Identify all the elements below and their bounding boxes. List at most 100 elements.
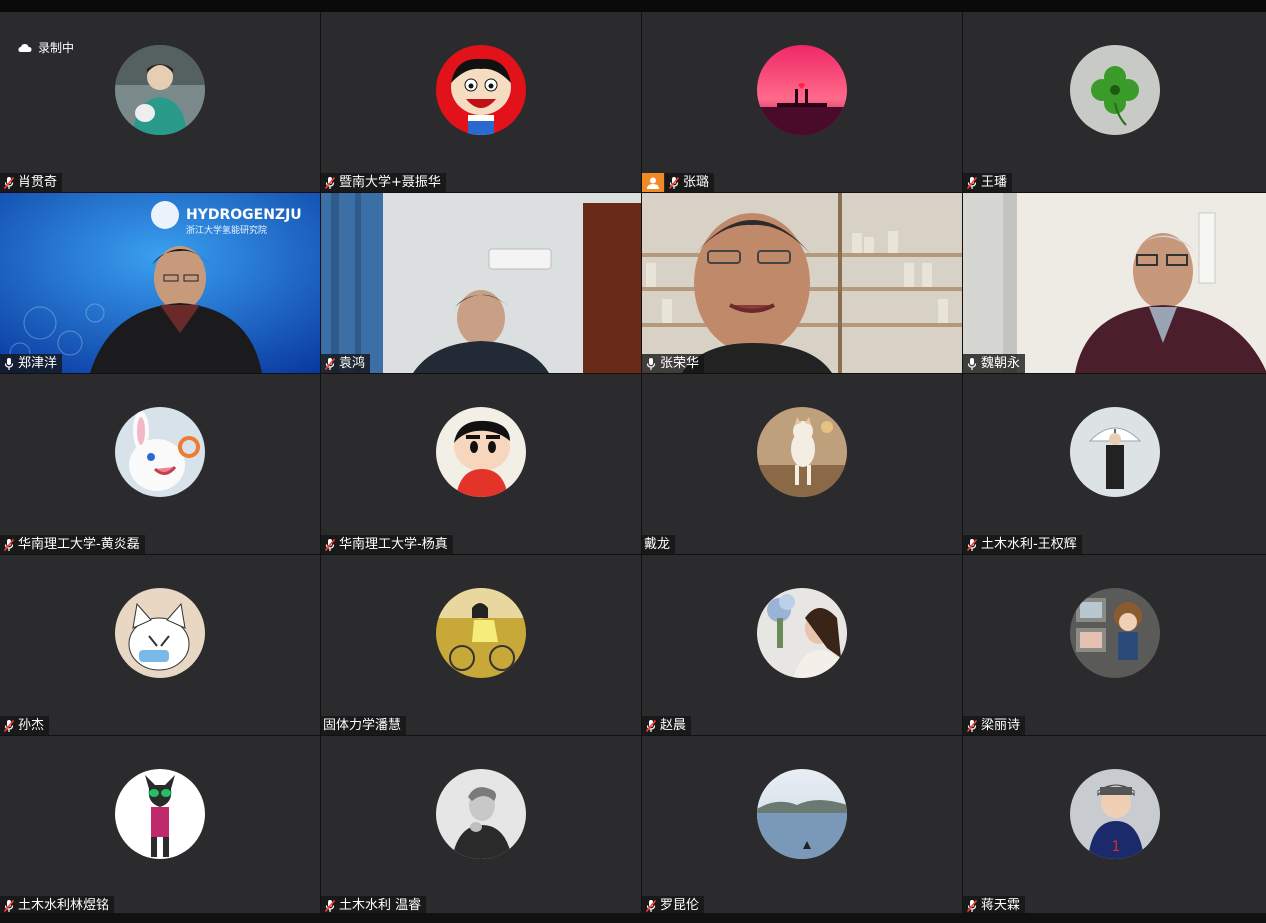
recording-indicator[interactable]: 录制中: [18, 39, 74, 56]
mic-muted-icon: [966, 538, 978, 552]
woman-flowers-icon: [757, 588, 847, 678]
girl-bicycle-icon: [436, 588, 526, 678]
participant-tile[interactable]: 暨南大学+聂振华: [321, 12, 641, 192]
participant-name: 魏朝永: [981, 356, 1021, 371]
participant-video: HYDROGENZJU 浙江大学氢能研究院: [0, 193, 320, 373]
mic-muted-icon: [966, 719, 978, 733]
participant-tile[interactable]: 袁鸿: [321, 193, 641, 373]
participant-name: 暨南大学+聂振华: [339, 175, 441, 190]
participant-tile[interactable]: 录制中肖贯奇: [0, 12, 320, 192]
participant-tile[interactable]: 土木水利 温睿: [321, 736, 641, 915]
mic-icon: [645, 357, 657, 371]
mic-muted-icon: [3, 538, 15, 552]
participant-tile[interactable]: 孙杰: [0, 555, 320, 735]
participant-name: 华南理工大学-黄炎磊: [18, 537, 140, 552]
participant-video: [963, 193, 1266, 373]
participant-tile[interactable]: 1 蒋天霖: [963, 736, 1266, 915]
participant-grid: 录制中 肖贯奇 暨南大学+聂振华 张璐 王璠 HYDROGENZJU 浙江大学氢能研究院 郑津…: [0, 12, 1266, 915]
mic-muted-icon: [966, 176, 978, 190]
mic-icon: [3, 357, 15, 371]
participant-tile[interactable]: 张璐: [642, 12, 962, 192]
participant-name-tag: 王璠: [963, 173, 1013, 192]
svg-text:浙江大学氢能研究院: 浙江大学氢能研究院: [186, 224, 267, 236]
bw-man-portrait-icon: [436, 769, 526, 859]
participant-name: 张璐: [683, 175, 710, 190]
bottom-bar: [0, 913, 1266, 923]
participant-name-tag: 张荣华: [642, 354, 705, 373]
mic-muted-icon: [3, 176, 15, 190]
participant-name: 郑津洋: [18, 356, 58, 371]
masked-rider-icon: [115, 769, 205, 859]
participant-tile[interactable]: 土木水利林煜铭: [0, 736, 320, 915]
child-basketball-icon: 1: [1070, 769, 1160, 859]
mic-muted-icon: [645, 899, 657, 913]
mic-muted-icon: [645, 719, 657, 733]
svg-text:1: 1: [1112, 839, 1121, 855]
participant-tile[interactable]: 土木水利-王权辉: [963, 374, 1266, 554]
participant-tile[interactable]: 王璠: [963, 12, 1266, 192]
participant-name: 孙杰: [18, 718, 45, 733]
cloud-icon: [18, 43, 32, 52]
participant-video: [642, 193, 962, 373]
participant-name-tag: 孙杰: [0, 716, 50, 735]
mic-muted-icon: [966, 899, 978, 913]
lake-scenery-icon: [757, 769, 847, 859]
white-rabbit-cartoon-icon: [115, 407, 205, 497]
cartoon-cat-icon: [115, 588, 205, 678]
participant-name-tag: 土木水利-王权辉: [963, 535, 1082, 554]
participant-name-tag: 固体力学潘慧: [321, 716, 407, 735]
participant-name: 袁鸿: [339, 356, 366, 371]
participant-name: 土木水利-王权辉: [981, 537, 1077, 552]
participant-video: [321, 193, 641, 373]
participant-name: 固体力学潘慧: [323, 718, 402, 733]
participant-name-tag: 张璐: [665, 173, 715, 192]
participant-tile[interactable]: 固体力学潘慧: [321, 555, 641, 735]
mic-muted-icon: [668, 176, 680, 190]
participant-tile[interactable]: 罗昆伦: [642, 736, 962, 915]
participant-tile[interactable]: 华南理工大学-黄炎磊: [0, 374, 320, 554]
dancing-cat-icon: [757, 407, 847, 497]
wangzai-mascot-icon: [436, 45, 526, 135]
participant-tile[interactable]: 张荣华: [642, 193, 962, 373]
participant-name-tag: 肖贯奇: [0, 173, 63, 192]
participant-tile[interactable]: 戴龙: [642, 374, 962, 554]
participant-name: 王璠: [981, 175, 1008, 190]
participant-name: 梁丽诗: [981, 718, 1021, 733]
participant-name-tag: 华南理工大学-黄炎磊: [0, 535, 145, 554]
sunset-pier-icon: [757, 45, 847, 135]
mic-muted-icon: [324, 176, 336, 190]
participant-name: 戴龙: [644, 537, 671, 552]
participant-name: 张荣华: [660, 356, 700, 371]
participant-tile[interactable]: 华南理工大学-杨真: [321, 374, 641, 554]
participant-name-tag: 魏朝永: [963, 354, 1026, 373]
umbrella-person-icon: [1070, 407, 1160, 497]
four-leaf-clover-icon: [1070, 45, 1160, 135]
video-logo-text: HYDROGENZJU: [186, 207, 302, 223]
mic-muted-icon: [3, 899, 15, 913]
host-badge-icon: [642, 173, 664, 192]
crayon-shinchan-icon: [436, 407, 526, 497]
participant-name: 华南理工大学-杨真: [339, 537, 448, 552]
mic-muted-icon: [324, 538, 336, 552]
mic-muted-icon: [3, 719, 15, 733]
participant-tile[interactable]: HYDROGENZJU 浙江大学氢能研究院 郑津洋: [0, 193, 320, 373]
participant-name-tag: 郑津洋: [0, 354, 63, 373]
doll-tv-icon: [1070, 588, 1160, 678]
top-bar: [0, 0, 1266, 12]
recording-label: 录制中: [38, 41, 75, 55]
participant-name: 肖贯奇: [18, 175, 58, 190]
participant-name-tag: 华南理工大学-杨真: [321, 535, 453, 554]
mic-muted-icon: [324, 899, 336, 913]
participant-tile[interactable]: 梁丽诗: [963, 555, 1266, 735]
participant-name-tag: 暨南大学+聂振华: [321, 173, 446, 192]
mic-muted-icon: [324, 357, 336, 371]
participant-name-tag: 袁鸿: [321, 354, 371, 373]
participant-tile[interactable]: 魏朝永: [963, 193, 1266, 373]
participant-name-tag: 戴龙: [642, 535, 676, 554]
participant-name: 赵晨: [660, 718, 687, 733]
participant-name-tag: 梁丽诗: [963, 716, 1026, 735]
mic-icon: [966, 357, 978, 371]
participant-name-tag: 赵晨: [642, 716, 692, 735]
participant-tile[interactable]: 赵晨: [642, 555, 962, 735]
photo-person-green-hoodie-icon: [115, 45, 205, 135]
